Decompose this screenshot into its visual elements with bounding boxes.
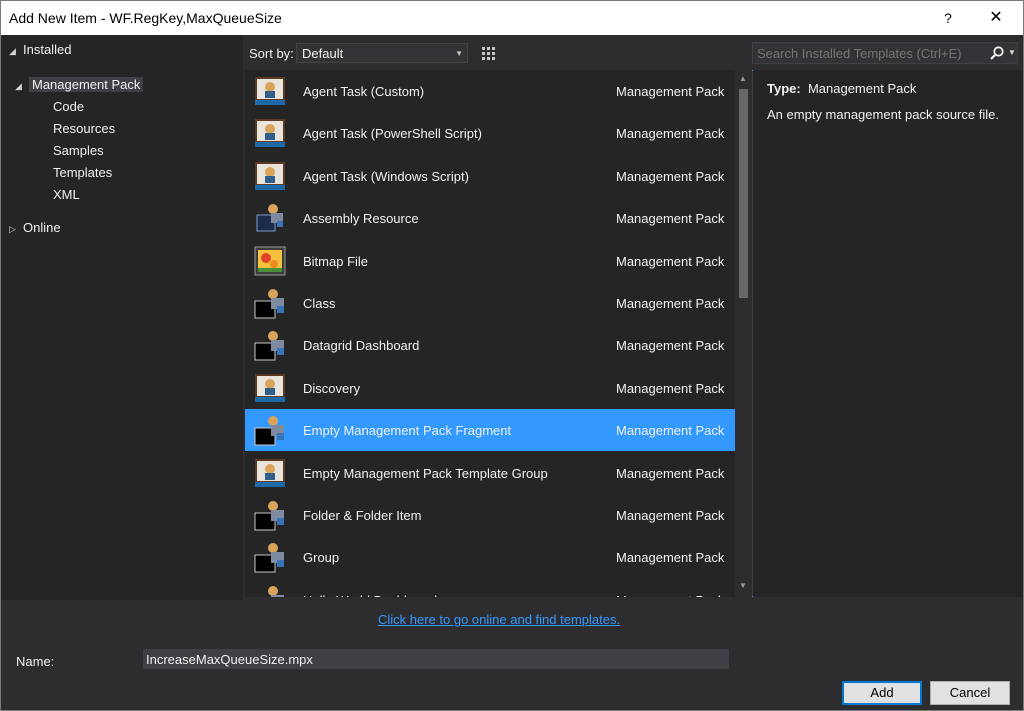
tree-node-samples[interactable]: Samples xyxy=(53,141,104,161)
template-list-item[interactable]: Agent Task (PowerShell Script) Management… xyxy=(245,112,735,154)
template-name: Datagrid Dashboard xyxy=(303,338,420,353)
template-name: Class xyxy=(303,296,336,311)
search-input[interactable] xyxy=(757,44,981,62)
management-pack-fragment-icon xyxy=(253,286,287,320)
tree-node-xml[interactable]: XML xyxy=(53,185,80,205)
template-list-item[interactable]: Hello World Dashboard Management Pack xyxy=(245,579,735,597)
template-name: Agent Task (Custom) xyxy=(303,84,425,99)
grid-view-icon xyxy=(482,47,495,60)
template-name: Discovery xyxy=(303,381,361,396)
scroll-up-icon[interactable]: ▲ xyxy=(739,74,747,83)
template-list-item[interactable]: Group Management Pack xyxy=(245,536,735,578)
template-type-column: Management Pack xyxy=(616,211,725,226)
expanded-triangle-icon[interactable]: ◢ xyxy=(15,76,29,96)
management-pack-fragment-icon xyxy=(253,498,287,532)
template-type-column: Management Pack xyxy=(616,508,725,523)
chevron-down-icon: ▼ xyxy=(455,49,463,58)
management-pack-fragment-icon xyxy=(253,413,287,447)
template-list-item[interactable]: Folder & Folder Item Management Pack xyxy=(245,494,735,536)
window-title: Add New Item - WF.RegKey,MaxQueueSize xyxy=(9,10,282,26)
template-name: Empty Management Pack Fragment xyxy=(303,423,512,438)
add-new-item-dialog: Add New Item - WF.RegKey,MaxQueueSize ? … xyxy=(0,0,1024,711)
agent-task-icon xyxy=(253,371,287,405)
agent-task-icon xyxy=(253,456,287,490)
template-type-column: Management Pack xyxy=(616,550,725,565)
tree-label-management-pack: Management Pack xyxy=(29,77,144,92)
template-name: Hello World Dashboard xyxy=(303,593,437,597)
template-name: Agent Task (PowerShell Script) xyxy=(303,126,482,141)
help-button[interactable]: ? xyxy=(933,7,963,29)
management-pack-fragment-icon xyxy=(253,583,287,597)
template-name: Bitmap File xyxy=(303,254,369,269)
tree-label-installed: Installed xyxy=(23,42,72,57)
tree-node-resources[interactable]: Resources xyxy=(53,119,115,139)
template-list-scrollbar[interactable]: ▲ ▼ xyxy=(735,70,752,597)
template-type-column: Management Pack xyxy=(616,593,724,597)
template-type-column: Management Pack xyxy=(616,84,725,99)
sort-by-dropdown[interactable]: Default ▼ xyxy=(296,43,468,63)
sort-by-label: Sort by: xyxy=(249,46,294,61)
assembly-resource-icon xyxy=(253,201,287,235)
template-list-item[interactable]: Bitmap File Management Pack xyxy=(245,240,735,282)
template-type-column: Management Pack xyxy=(616,381,725,396)
template-list-item[interactable]: Agent Task (Windows Script) Management Pa… xyxy=(245,155,735,197)
tree-node-templates[interactable]: Templates xyxy=(53,163,112,183)
close-button[interactable]: ✕ xyxy=(981,7,1011,29)
template-name: Agent Task (Windows Script) xyxy=(303,169,469,184)
expanded-triangle-icon[interactable]: ◢ xyxy=(9,41,23,61)
agent-task-icon xyxy=(253,159,287,193)
management-pack-fragment-icon xyxy=(253,540,287,574)
template-description: An empty management pack source file. xyxy=(767,107,999,122)
template-details-panel: Type: Management Pack An empty managemen… xyxy=(753,70,1023,597)
template-list-item[interactable]: Assembly Resource Management Pack xyxy=(245,197,735,239)
medium-icons-view-button[interactable] xyxy=(477,42,499,64)
sort-by-value: Default xyxy=(302,46,344,61)
template-type-column: Management Pack xyxy=(616,338,725,353)
template-name: Assembly Resource xyxy=(303,211,419,226)
name-field[interactable] xyxy=(143,649,729,669)
title-bar: Add New Item - WF.RegKey,MaxQueueSize ? … xyxy=(1,1,1023,35)
template-list-item[interactable]: Empty Management Pack Template Group Mana… xyxy=(245,452,735,494)
management-pack-fragment-icon xyxy=(253,328,287,362)
find-templates-online-link[interactable]: Click here to go online and find templat… xyxy=(378,612,620,627)
template-list-item[interactable]: Class Management Pack xyxy=(245,282,735,324)
tree-node-management-pack[interactable]: ◢ Management Pack xyxy=(15,75,144,96)
template-type-column: Management Pack xyxy=(616,126,725,141)
tree-node-online[interactable]: ▷ Online xyxy=(9,218,61,238)
template-type-column: Management Pack xyxy=(616,423,725,438)
template-list-item[interactable]: Datagrid Dashboard Management Pack xyxy=(245,324,735,366)
cancel-button[interactable]: Cancel xyxy=(930,681,1010,705)
tree-node-code[interactable]: Code xyxy=(53,97,84,117)
template-type-column: Management Pack xyxy=(616,296,725,311)
template-list-item[interactable]: Discovery Management Pack xyxy=(245,367,735,409)
bitmap-file-icon xyxy=(253,244,287,278)
name-label: Name: xyxy=(16,654,55,669)
collapsed-triangle-icon[interactable]: ▷ xyxy=(9,219,23,239)
tree-label-online: Online xyxy=(23,220,61,235)
template-type-column: Management Pack xyxy=(616,466,725,481)
template-type-column: Management Pack xyxy=(616,254,725,269)
template-list-item[interactable]: Empty Management Pack Fragment Management… xyxy=(245,409,735,451)
template-name: Empty Management Pack Template Group xyxy=(303,466,548,481)
agent-task-icon xyxy=(253,74,287,108)
scrollbar-thumb[interactable] xyxy=(739,89,748,298)
search-options-chevron-icon[interactable]: ▼ xyxy=(1008,43,1016,63)
template-type-value: Management Pack xyxy=(807,81,917,96)
template-list: Agent Task (Custom) Management Pack Agent … xyxy=(245,70,735,597)
search-icon[interactable] xyxy=(989,45,1005,61)
template-type-label: Type: xyxy=(767,81,801,96)
template-category-tree: ◢ Installed ◢ Management Pack Code Resourc… xyxy=(1,35,243,600)
template-name: Group xyxy=(303,550,340,565)
tree-node-installed[interactable]: ◢ Installed xyxy=(9,40,71,60)
add-button[interactable]: Add xyxy=(842,681,922,705)
template-type-column: Management Pack xyxy=(616,169,725,184)
search-templates-box[interactable]: ▼ xyxy=(752,42,1018,64)
template-type: Type: Management Pack xyxy=(767,81,916,96)
template-name: Folder & Folder Item xyxy=(303,508,422,523)
scroll-down-icon[interactable]: ▼ xyxy=(739,581,747,590)
agent-task-icon xyxy=(253,116,287,150)
template-list-item[interactable]: Agent Task (Custom) Management Pack xyxy=(245,70,735,112)
